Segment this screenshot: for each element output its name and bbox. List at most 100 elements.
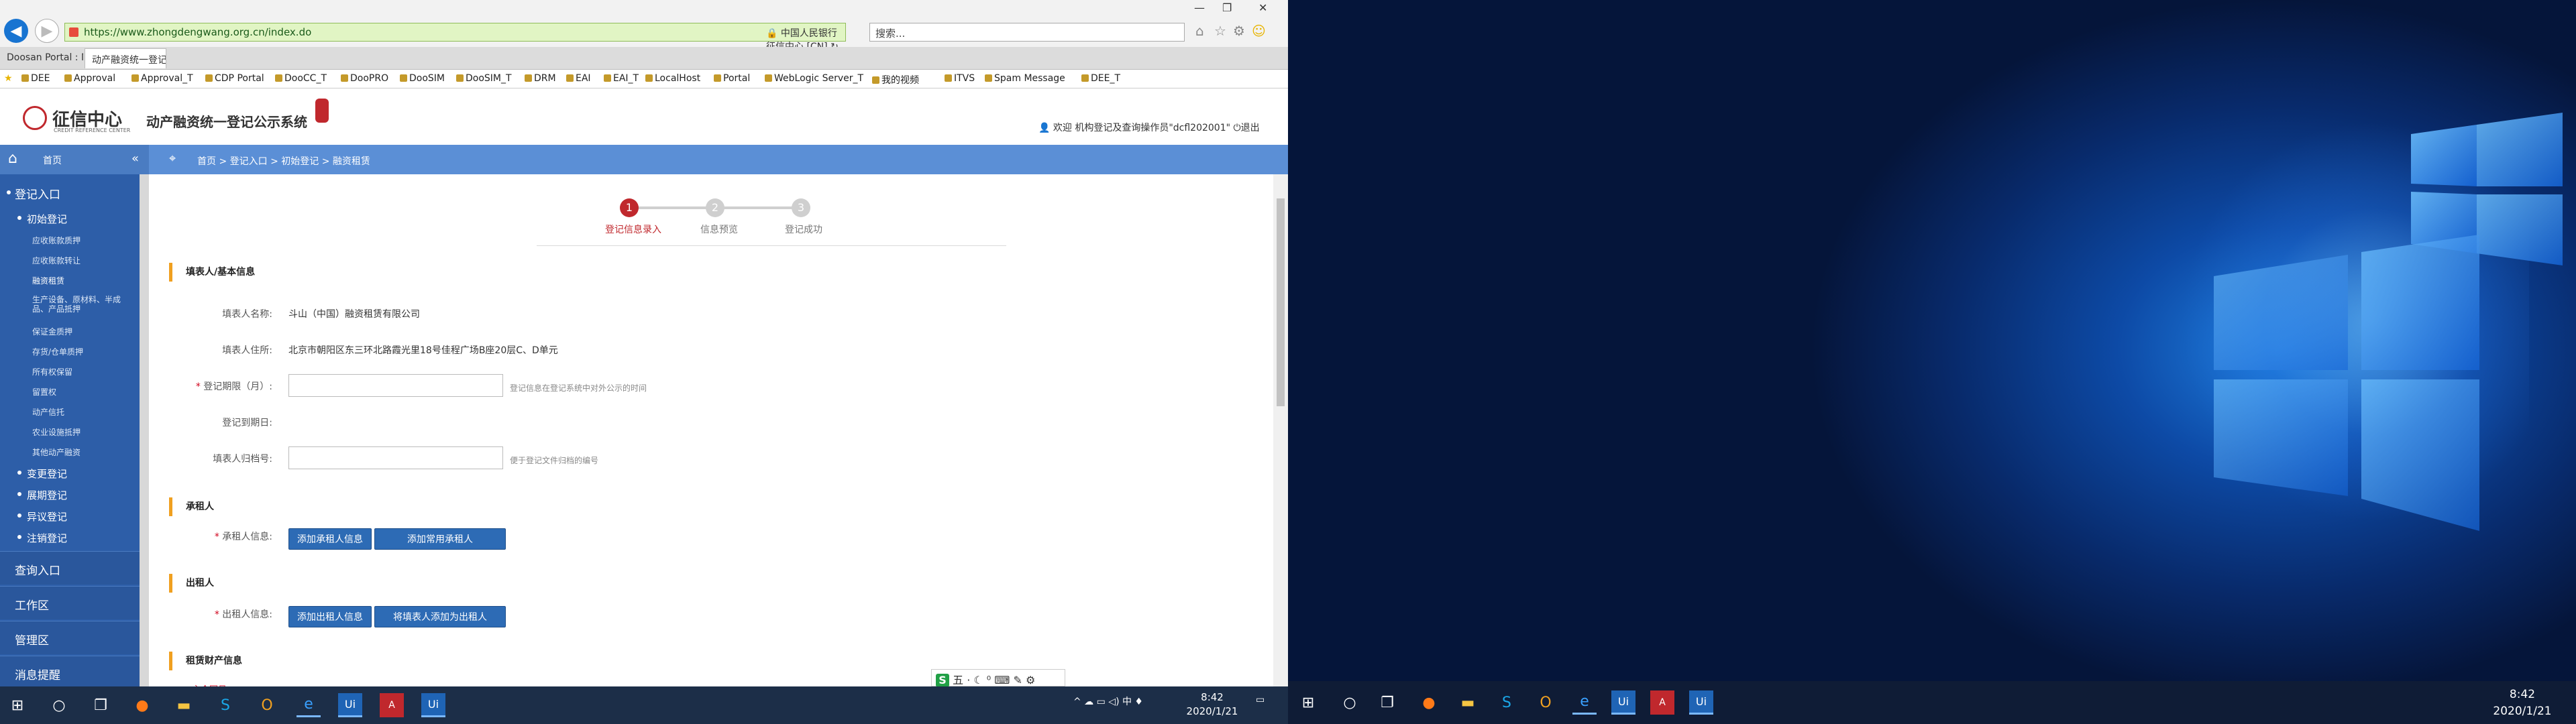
period-input[interactable]	[288, 374, 503, 397]
tray-icons[interactable]: ^ ☁ ▭ ◁) 中 ♦	[1073, 695, 1143, 708]
ime-toolbar[interactable]: S 五 · ☾ ⁰ ⌨ ✎ ⚙	[931, 669, 1065, 687]
fav-spam[interactable]: Spam Message	[985, 73, 1065, 84]
forward-icon[interactable]: ▶	[35, 19, 59, 43]
tab-registration-system[interactable]: 动产融资统一登记公示系统✕	[85, 48, 166, 68]
fav-approval-t[interactable]: Approval_T	[131, 73, 193, 84]
internet-explorer-icon[interactable]: e	[297, 693, 321, 717]
sidebar-item-register[interactable]: 登记入口	[0, 185, 60, 202]
file-explorer-icon[interactable]: ▬	[1456, 690, 1480, 715]
close-icon[interactable]: ✕	[1258, 1, 1267, 14]
search-input[interactable]: 搜索...	[869, 23, 1185, 42]
fav-approval[interactable]: Approval	[64, 73, 115, 84]
section-filler: 填表人/基本信息	[169, 263, 255, 282]
taskbar-clock-right[interactable]: 8:42 2020/1/21	[2475, 686, 2569, 720]
fav-dee-t[interactable]: DEE_T	[1081, 73, 1120, 84]
smiley-icon[interactable]: ☺	[1252, 23, 1266, 39]
sidebar-item-receivable-transfer[interactable]: 应收账款转让	[0, 255, 80, 266]
new-tab[interactable]	[168, 48, 181, 68]
search-circle-icon[interactable]: ○	[47, 693, 71, 717]
sidebar-item-financial-lease[interactable]: 融资租赁	[0, 275, 64, 286]
address-bar[interactable]: https://www.zhongdengwang.org.cn/index.d…	[64, 23, 846, 52]
sidebar-item-change[interactable]: 变更登记	[0, 467, 67, 481]
folder-icon	[205, 74, 213, 82]
fav-itvs[interactable]: ITVS	[945, 73, 975, 84]
fav-localhost[interactable]: LocalHost	[645, 73, 700, 84]
filler-as-lessor-button[interactable]: 将填表人添加为出租人	[374, 606, 506, 627]
logout-link[interactable]: 退出	[1241, 123, 1260, 133]
fav-doocc-t[interactable]: DooCC_T	[275, 73, 327, 84]
archive-label: 填表人归档号:	[213, 454, 272, 465]
add-lessor-button[interactable]: 添加出租人信息	[288, 606, 372, 627]
add-common-lessee-button[interactable]: 添加常用承租人	[374, 528, 506, 550]
step-2-label: 信息预览	[700, 225, 738, 235]
sidebar-item-initial[interactable]: 初始登记	[0, 212, 67, 226]
outlook-icon[interactable]: O	[255, 693, 279, 717]
add-lessee-button[interactable]: 添加承租人信息	[288, 528, 372, 550]
settings-gear-icon[interactable]: ⚙	[1233, 23, 1245, 39]
firefox-icon[interactable]: ●	[130, 693, 154, 717]
fav-eai[interactable]: EAI	[566, 73, 591, 84]
fav-doopro[interactable]: DooPRO	[341, 73, 388, 84]
favorites-icon[interactable]: ★	[4, 73, 13, 84]
uipath-studio-icon[interactable]: Ui	[421, 693, 445, 717]
archive-input[interactable]	[288, 446, 503, 469]
folder-icon	[131, 74, 139, 82]
sidebar-item-other[interactable]: 其他动产融资	[0, 446, 80, 458]
sidebar-item-extend[interactable]: 展期登记	[0, 488, 67, 502]
sidebar-item-agri[interactable]: 农业设施抵押	[0, 426, 80, 438]
sidebar-item-deposit[interactable]: 保证金质押	[0, 326, 72, 337]
step-1-label: 登记信息录入	[605, 225, 661, 235]
file-explorer-icon[interactable]: ▬	[172, 693, 196, 717]
sidebar-item-lien[interactable]: 留置权	[0, 386, 56, 398]
collapse-icon[interactable]: «	[131, 152, 139, 166]
firefox-icon[interactable]: ●	[1417, 690, 1441, 715]
sidebar-item-trust[interactable]: 动产信托	[0, 406, 64, 418]
skype-icon[interactable]: S	[1495, 690, 1519, 715]
fav-cdp-portal[interactable]: CDP Portal	[205, 73, 264, 84]
internet-explorer-icon[interactable]: e	[1572, 690, 1597, 715]
folder-icon	[456, 74, 464, 82]
sidebar-item-ownership[interactable]: 所有权保留	[0, 366, 72, 377]
maximize-icon[interactable]: ❐	[1222, 1, 1232, 14]
sidebar-item-cancel[interactable]: 注销登记	[0, 531, 67, 545]
uipath-studio-icon[interactable]: Ui	[1689, 690, 1713, 715]
sidebar-item-objection[interactable]: 异议登记	[0, 509, 67, 524]
fav-doosim[interactable]: DooSIM	[400, 73, 445, 84]
notification-icon[interactable]: ▭	[1256, 695, 1265, 705]
fav-weblogic[interactable]: WebLogic Server_T	[765, 73, 863, 84]
start-windows-icon[interactable]: ⊞	[1296, 690, 1320, 715]
search-circle-icon[interactable]: ○	[1338, 690, 1362, 715]
expiry-label: 登记到期日:	[222, 418, 272, 428]
sidebar-home[interactable]: ⌂ 首页 «	[0, 145, 149, 174]
favorites-star-icon[interactable]: ☆	[1214, 23, 1226, 39]
task-view-icon[interactable]: ❐	[1375, 690, 1399, 715]
home-icon[interactable]: ⌂	[1195, 23, 1204, 39]
sidebar-item-equipment[interactable]: 生产设备、原材料、半成品、产品抵押	[0, 295, 134, 314]
sidebar-item-receivable-pledge[interactable]: 应收账款质押	[0, 235, 80, 246]
sidebar-item-inventory[interactable]: 存货/仓单质押	[0, 346, 83, 357]
fav-eai-t[interactable]: EAI_T	[604, 73, 639, 84]
fav-portal[interactable]: Portal	[714, 73, 750, 84]
fav-dee[interactable]: DEE	[21, 73, 50, 84]
start-windows-icon[interactable]: ⊞	[5, 693, 30, 717]
uipath-icon[interactable]: Ui	[338, 693, 362, 717]
taskbar-clock[interactable]: 8:42 2020/1/21	[1175, 690, 1249, 719]
sidebar-item-messages[interactable]: 消息提醒	[0, 656, 140, 689]
app-red-icon[interactable]: A	[380, 693, 404, 717]
sidebar-item-query[interactable]: 查询入口	[0, 551, 140, 585]
fav-video[interactable]: 我的视频	[872, 73, 919, 86]
outlook-icon[interactable]: O	[1534, 690, 1558, 715]
uipath-icon[interactable]: Ui	[1611, 690, 1635, 715]
power-icon[interactable]: ⏻	[1234, 123, 1241, 133]
scrollbar-thumb[interactable]	[1277, 198, 1285, 406]
fav-doosim-t[interactable]: DooSIM_T	[456, 73, 512, 84]
app-red-icon[interactable]: A	[1650, 690, 1674, 715]
back-icon[interactable]: ◀	[4, 19, 28, 43]
sidebar-item-admin[interactable]: 管理区	[0, 621, 140, 654]
minimize-icon[interactable]: —	[1194, 1, 1205, 14]
task-view-icon[interactable]: ❐	[89, 693, 113, 717]
fav-drm[interactable]: DRM	[525, 73, 556, 84]
skype-icon[interactable]: S	[213, 693, 237, 717]
sidebar-item-workspace[interactable]: 工作区	[0, 586, 140, 619]
tab-doosan[interactable]: Doosan Portal : My workpla...	[0, 48, 83, 68]
